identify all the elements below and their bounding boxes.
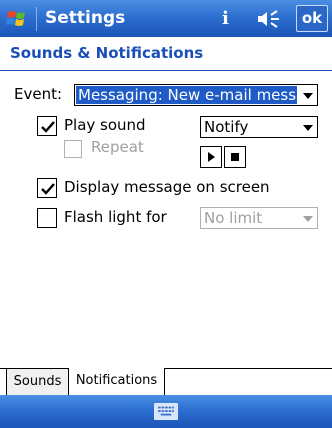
app-title: Settings xyxy=(45,8,126,28)
event-label: Event: xyxy=(14,85,63,103)
title-bar: Settings i ok xyxy=(0,0,332,37)
play-sound-label: Play sound xyxy=(64,116,146,134)
chevron-down-icon xyxy=(303,216,313,222)
ok-button[interactable]: ok xyxy=(296,5,328,32)
checkmark-icon xyxy=(41,121,55,133)
keyboard-icon[interactable] xyxy=(154,403,178,420)
bottom-bar xyxy=(0,395,332,428)
repeat-checkbox[interactable] xyxy=(64,140,82,158)
flash-light-checkbox[interactable] xyxy=(37,208,57,228)
header-divider xyxy=(0,70,332,71)
sound-dropdown[interactable]: Notify xyxy=(200,116,318,138)
windows-flag-icon[interactable] xyxy=(6,7,30,31)
play-button[interactable] xyxy=(200,146,222,168)
title-separator xyxy=(36,7,37,31)
stop-icon xyxy=(231,153,239,161)
chevron-down-icon xyxy=(303,125,313,131)
display-message-label: Display message on screen xyxy=(64,178,270,196)
chevron-down-icon xyxy=(303,93,313,99)
sound-selected-value: Notify xyxy=(204,118,249,136)
page-title: Sounds & Notifications xyxy=(10,44,204,62)
event-dropdown[interactable]: Messaging: New e-mail messag xyxy=(74,84,318,106)
play-sound-checkbox[interactable] xyxy=(37,116,57,136)
tab-sounds[interactable]: Sounds xyxy=(6,368,69,395)
flash-duration-value: No limit xyxy=(204,209,263,227)
flash-duration-dropdown[interactable]: No limit xyxy=(200,207,318,229)
stop-button[interactable] xyxy=(224,146,246,168)
flash-light-label: Flash light for xyxy=(64,208,167,226)
display-message-checkbox[interactable] xyxy=(37,178,57,198)
checkmark-icon xyxy=(41,183,55,195)
tab-notifications[interactable]: Notifications xyxy=(69,368,165,395)
play-icon xyxy=(208,152,215,162)
tab-strip: Sounds Notifications xyxy=(0,368,332,395)
info-indicator-icon[interactable]: i xyxy=(222,8,229,29)
repeat-label: Repeat xyxy=(91,138,144,156)
event-selected-value: Messaging: New e-mail messag xyxy=(76,86,297,104)
speaker-volume-icon[interactable] xyxy=(256,10,282,28)
